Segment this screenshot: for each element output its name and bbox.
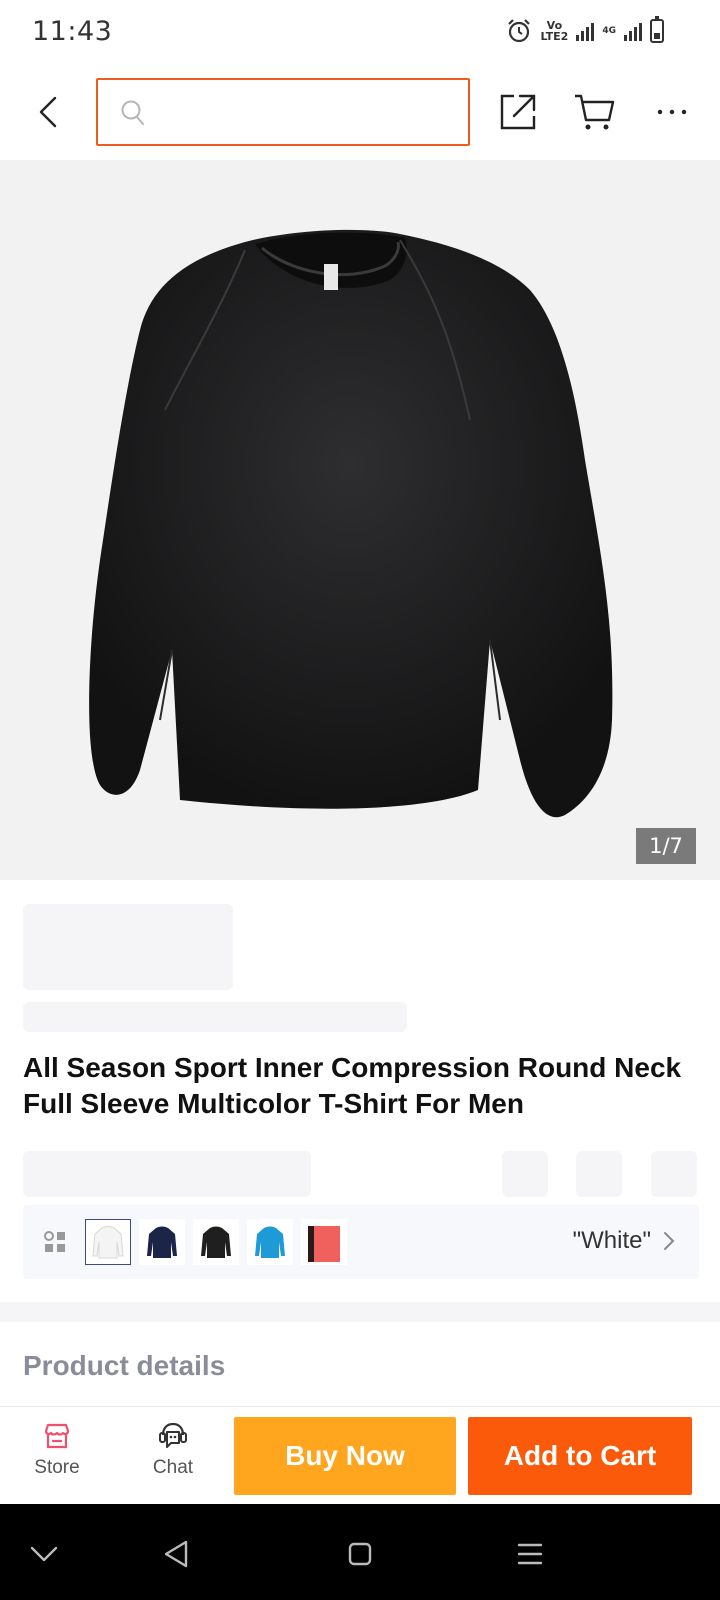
swatch-blue[interactable]	[247, 1219, 293, 1265]
alarm-icon	[508, 19, 531, 43]
variant-selector[interactable]: "White"	[23, 1205, 699, 1279]
image-page-indicator: 1/7	[636, 828, 696, 864]
nav-home-icon	[348, 1542, 372, 1566]
status-time: 11:43	[32, 16, 113, 47]
chat-icon	[159, 1422, 187, 1448]
share-icon	[500, 94, 536, 130]
share-button[interactable]	[496, 90, 540, 134]
product-image-gallery[interactable]: 1/7	[0, 160, 720, 880]
nav-home-button[interactable]	[340, 1534, 380, 1574]
status-icons: Vo LTE2 4G	[506, 16, 664, 44]
action-placeholder-1	[502, 1151, 548, 1197]
swatch-white-image	[92, 1226, 124, 1259]
signal-1-icon	[576, 21, 595, 41]
volte-indicator: Vo LTE2	[540, 20, 568, 42]
swatch-black-image	[201, 1226, 231, 1258]
status-bar: 11:43 Vo LTE2 4G	[0, 0, 720, 64]
action-placeholder-3	[651, 1151, 697, 1197]
product-details-heading: Product details	[23, 1350, 226, 1381]
cart-button[interactable]	[572, 90, 616, 134]
system-navigation-bar	[0, 1504, 720, 1600]
swatch-white[interactable]	[85, 1219, 131, 1265]
more-button[interactable]	[650, 90, 694, 134]
section-divider	[0, 1302, 720, 1322]
color-swatches	[85, 1219, 347, 1265]
product-title: All Season Sport Inner Compression Round…	[23, 1052, 682, 1119]
cart-icon	[575, 94, 615, 130]
swatch-black[interactable]	[193, 1219, 239, 1265]
battery-icon	[650, 16, 664, 43]
swatch-navy[interactable]	[139, 1219, 185, 1265]
back-icon	[39, 96, 57, 128]
store-label: Store	[34, 1457, 80, 1478]
store-button[interactable]: Store	[12, 1421, 102, 1491]
chat-label: Chat	[152, 1457, 194, 1478]
search-icon	[121, 100, 144, 125]
swatch-red-image	[308, 1226, 340, 1262]
price-placeholder	[23, 904, 233, 990]
nav-menu-button[interactable]	[510, 1534, 550, 1574]
search-input[interactable]	[158, 80, 458, 144]
variant-grid-icon	[44, 1231, 65, 1252]
volte-bottom: LTE2	[540, 30, 569, 43]
bottom-action-bar: Store Chat Buy Now Add to Cart	[0, 1406, 720, 1504]
nav-menu-icon	[517, 1543, 543, 1565]
rating-placeholder	[23, 1151, 311, 1197]
add-to-cart-button[interactable]: Add to Cart	[468, 1417, 692, 1495]
search-box[interactable]	[96, 78, 470, 146]
selected-variant-value: "White"	[572, 1227, 651, 1254]
signal-2-icon	[624, 21, 642, 41]
chevron-right-icon	[664, 1232, 675, 1250]
action-placeholder-2	[576, 1151, 622, 1197]
nav-back-icon	[164, 1540, 188, 1568]
back-button[interactable]	[30, 88, 66, 136]
promo-placeholder	[23, 1002, 407, 1032]
nav-collapse-button[interactable]	[24, 1534, 64, 1574]
store-icon	[44, 1423, 70, 1449]
network-type: 4G	[602, 26, 616, 36]
swatch-navy-image	[147, 1226, 177, 1258]
swatch-red[interactable]	[301, 1219, 347, 1265]
nav-back-button[interactable]	[156, 1534, 196, 1574]
buy-now-button[interactable]: Buy Now	[234, 1417, 456, 1495]
top-header	[0, 64, 720, 160]
product-image	[89, 229, 613, 818]
chevron-down-icon	[30, 1546, 58, 1562]
more-icon	[657, 109, 687, 115]
swatch-blue-image	[255, 1226, 285, 1258]
chat-button[interactable]: Chat	[128, 1421, 218, 1491]
